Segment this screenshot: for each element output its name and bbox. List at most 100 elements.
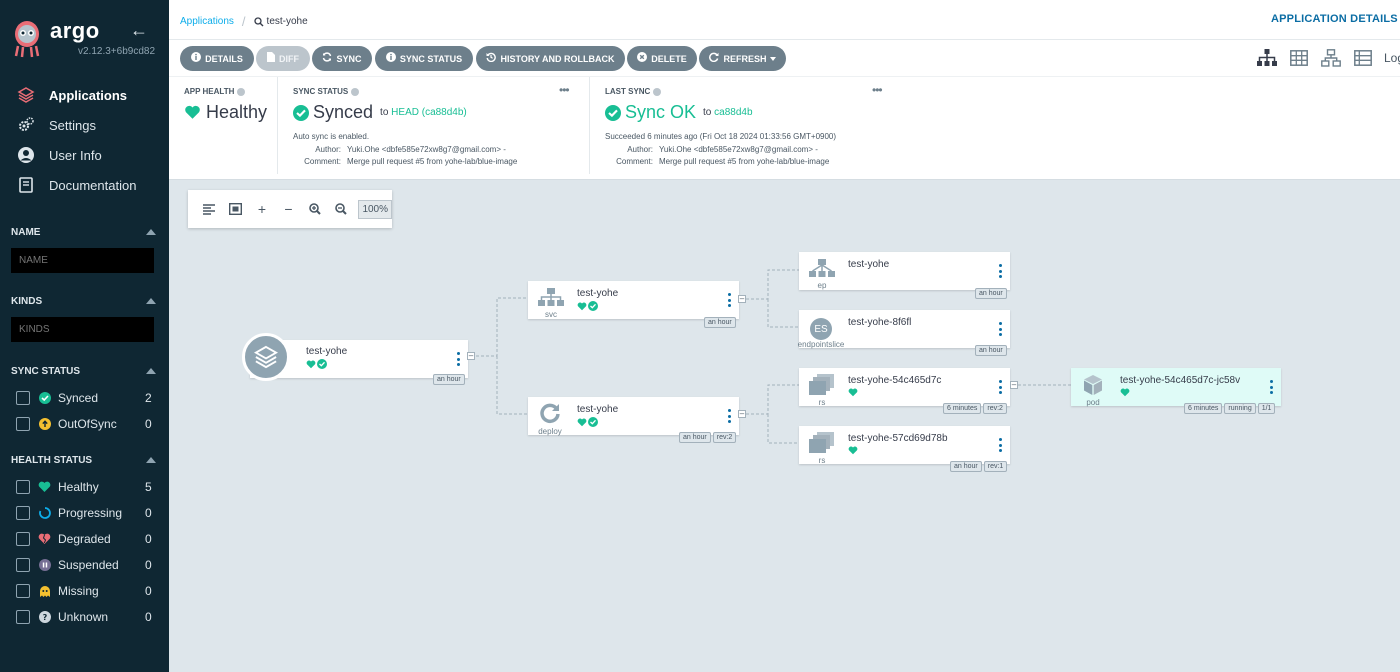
sidebar-item-documentation[interactable]: Documentation xyxy=(0,170,169,200)
filter-option-degraded[interactable]: Degraded 0 xyxy=(0,526,169,552)
application-layers-icon xyxy=(242,333,290,381)
zoom-out-icon[interactable] xyxy=(328,199,354,219)
graph-node-svc[interactable]: svc test-yohe xyxy=(528,281,739,319)
sync-status-filter: SYNC STATUS Synced 2 OutOfSync 0 xyxy=(0,361,169,437)
help-icon[interactable] xyxy=(653,87,662,96)
sync-status-menu-dots[interactable]: ••• xyxy=(559,83,570,97)
graph-node-deploy[interactable]: deploy test-yohe xyxy=(528,397,739,436)
details-button[interactable]: DETAILS xyxy=(180,46,254,71)
last-sync-panel[interactable]: LAST SYNC Sync OK to ca88d4b Succeeded 6… xyxy=(605,87,895,166)
history-rollback-button[interactable]: HISTORY AND ROLLBACK xyxy=(476,46,625,71)
last-sync-value: Sync OK xyxy=(625,102,697,122)
filter-option-label: Healthy xyxy=(58,480,99,494)
collapse-sidebar-arrow-icon[interactable]: ← xyxy=(130,20,148,41)
checkbox[interactable] xyxy=(16,391,30,405)
checkbox[interactable] xyxy=(16,506,30,520)
sidebar-item-settings[interactable]: Settings xyxy=(0,110,169,140)
kinds-filter-header[interactable]: KINDS xyxy=(0,291,169,311)
kinds-filter-input[interactable] xyxy=(11,317,154,342)
collapse-minus-icon[interactable]: − xyxy=(275,199,301,219)
node-tag: an hour xyxy=(679,432,711,443)
node-menu-kebab-icon[interactable] xyxy=(728,293,732,307)
sidebar-item-label: User Info xyxy=(49,147,102,163)
last-sync-to-label: to xyxy=(703,107,712,118)
kinds-filter: KINDS xyxy=(0,291,169,342)
filter-option-progressing[interactable]: Progressing 0 xyxy=(0,500,169,526)
sidebar-item-applications[interactable]: Applications xyxy=(0,80,169,110)
graph-node-rs-current[interactable]: rs test-yohe-54c465d7c xyxy=(799,368,1010,407)
filter-option-outofsync[interactable]: OutOfSync 0 xyxy=(0,411,169,437)
check-circle-icon xyxy=(293,104,309,121)
sync-revision-link[interactable]: HEAD (ca88d4b) xyxy=(391,107,467,118)
refresh-button[interactable]: REFRESH xyxy=(699,46,786,71)
expand-plus-icon[interactable]: + xyxy=(249,199,275,219)
health-status-filter-header[interactable]: HEALTH STATUS xyxy=(0,450,169,470)
node-menu-kebab-icon[interactable] xyxy=(457,352,461,366)
sync-status-filter-header[interactable]: SYNC STATUS xyxy=(0,361,169,381)
filter-option-count: 5 xyxy=(145,480,152,494)
collapse-toggle[interactable]: – xyxy=(738,410,746,418)
node-menu-kebab-icon[interactable] xyxy=(999,264,1003,278)
sync-status-panel[interactable]: SYNC STATUS Synced to HEAD (ca88d4b) Aut… xyxy=(293,87,577,166)
replicaset-icon xyxy=(809,374,834,395)
app-health-value: Healthy xyxy=(206,102,268,122)
breadcrumb-applications-link[interactable]: Applications xyxy=(180,16,234,27)
filter-option-unknown[interactable]: ? Unknown 0 xyxy=(0,604,169,630)
graph-node-rs-old[interactable]: rs test-yohe-57cd69d78b xyxy=(799,426,1010,465)
sidebar-item-user-info[interactable]: User Info xyxy=(0,140,169,170)
filter-option-synced[interactable]: Synced 2 xyxy=(0,385,169,411)
node-tags: 6 minutes rev:2 xyxy=(941,403,1007,414)
list-view-icon[interactable] xyxy=(1352,48,1374,68)
status-panel: APP HEALTH Healthy SYNC STATUS Synced to… xyxy=(169,77,1400,180)
svg-text:?: ? xyxy=(42,613,47,622)
name-filter-header[interactable]: NAME xyxy=(0,222,169,242)
node-tag: an hour xyxy=(975,345,1007,356)
sync-status-button[interactable]: SYNC STATUS xyxy=(375,46,473,71)
graph-node-pod[interactable]: pod test-yohe-54c465d7c-jc58v xyxy=(1071,368,1281,407)
node-menu-kebab-icon[interactable] xyxy=(999,322,1003,336)
heart-icon xyxy=(306,360,316,368)
logs-tab[interactable]: Log xyxy=(1384,51,1400,65)
node-menu-kebab-icon[interactable] xyxy=(1270,380,1274,394)
node-menu-kebab-icon[interactable] xyxy=(999,380,1003,394)
diff-button[interactable]: DIFF xyxy=(256,46,310,71)
help-icon[interactable] xyxy=(237,87,246,96)
name-filter-input[interactable] xyxy=(11,248,154,273)
checkbox[interactable] xyxy=(16,532,30,546)
redo-icon xyxy=(709,52,719,65)
view-switcher: Log xyxy=(1256,48,1400,68)
node-status xyxy=(577,417,598,427)
fit-to-screen-icon[interactable] xyxy=(222,199,248,219)
node-tags: an hour xyxy=(973,288,1007,299)
checkbox[interactable] xyxy=(16,584,30,598)
filter-option-healthy[interactable]: Healthy 5 xyxy=(0,474,169,500)
collapse-toggle[interactable]: – xyxy=(1010,381,1018,389)
filter-option-suspended[interactable]: Suspended 0 xyxy=(0,552,169,578)
network-view-icon[interactable] xyxy=(1320,48,1342,68)
node-menu-kebab-icon[interactable] xyxy=(728,409,732,423)
breadcrumb-current[interactable]: test-yohe xyxy=(267,16,308,27)
pods-grid-view-icon[interactable] xyxy=(1288,48,1310,68)
collapse-toggle[interactable]: – xyxy=(738,295,746,303)
collapse-toggle[interactable]: – xyxy=(467,352,475,360)
graph-node-endpointslice[interactable]: ES endpointslice test-yohe-8f6fl xyxy=(798,310,1010,349)
endpoints-icon xyxy=(809,259,835,277)
sync-button[interactable]: SYNC xyxy=(312,46,372,71)
checkbox[interactable] xyxy=(16,610,30,624)
node-menu-kebab-icon[interactable] xyxy=(999,438,1003,452)
tree-view-icon[interactable] xyxy=(1256,48,1278,68)
graph-node-ep[interactable]: ep test-yohe xyxy=(799,252,1010,290)
help-icon[interactable] xyxy=(351,87,360,96)
checkbox[interactable] xyxy=(16,480,30,494)
sync-status-button-label: SYNC STATUS xyxy=(399,53,463,64)
delete-button[interactable]: DELETE xyxy=(627,46,697,71)
checkbox[interactable] xyxy=(16,558,30,572)
checkbox[interactable] xyxy=(16,417,30,431)
zoom-in-icon[interactable] xyxy=(302,199,328,219)
last-sync-revision-link[interactable]: ca88d4b xyxy=(714,107,752,118)
last-sync-menu-dots[interactable]: ••• xyxy=(872,83,883,97)
service-network-icon xyxy=(538,288,564,306)
app-health-panel[interactable]: APP HEALTH Healthy xyxy=(184,87,277,123)
filter-option-missing[interactable]: Missing 0 xyxy=(0,578,169,604)
align-left-icon[interactable] xyxy=(196,199,222,219)
